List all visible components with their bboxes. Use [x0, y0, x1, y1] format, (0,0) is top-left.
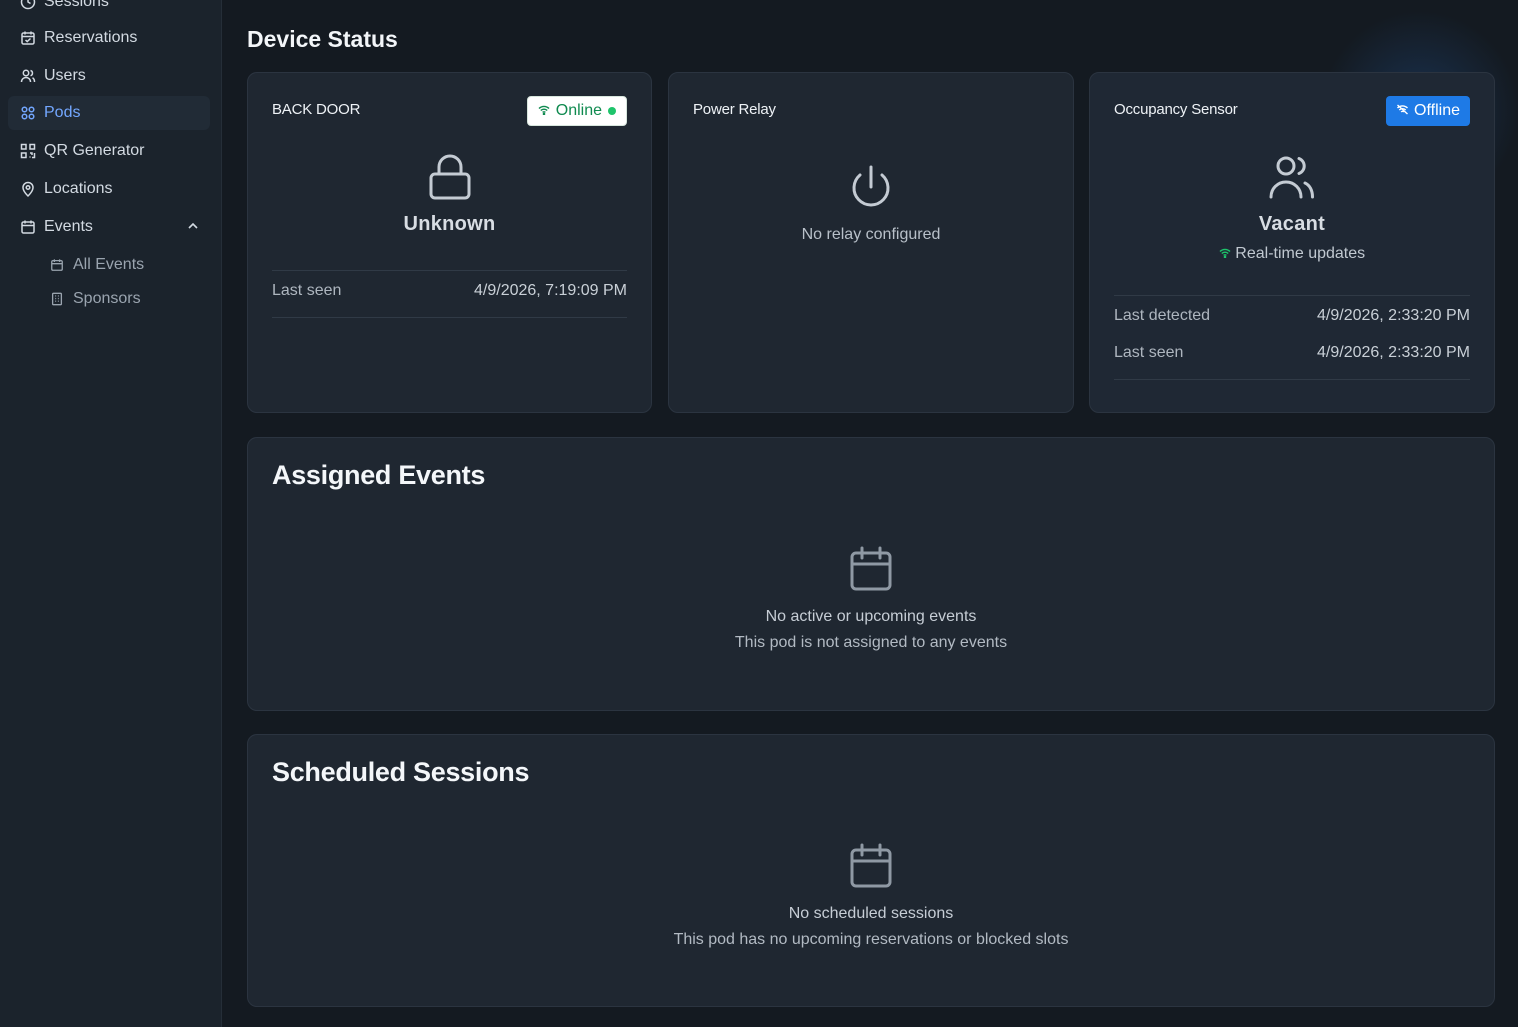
empty-state-title: No active or upcoming events — [765, 608, 977, 625]
calendar-check-icon — [19, 30, 36, 47]
last-seen-value: 4/9/2026, 7:19:09 PM — [474, 282, 627, 299]
status-badge-label: Offline — [1414, 102, 1460, 119]
sidebar-item-label: Pods — [44, 104, 81, 121]
assigned-events-section: Assigned Events No active or upcoming ev… — [247, 437, 1495, 711]
chevron-up-icon[interactable] — [186, 219, 200, 233]
sidebar-item-label: Locations — [44, 180, 113, 197]
door-status: Unknown — [403, 213, 496, 235]
calendar-icon-wrap — [248, 546, 1494, 597]
power-icon — [848, 165, 894, 215]
last-seen-label: Last seen — [272, 282, 342, 299]
realtime-label: Real-time updates — [1235, 245, 1366, 262]
last-seen-row: Last seen 4/9/2026, 7:19:09 PM — [272, 272, 627, 310]
users-icon — [19, 68, 36, 85]
clock-icon — [19, 0, 36, 11]
wifi-icon — [1219, 245, 1235, 262]
section-title: Assigned Events — [272, 460, 486, 490]
last-seen-row: Last seen 4/9/2026, 2:33:20 PM — [1114, 334, 1470, 372]
sidebar-item-qr-generator[interactable]: QR Generator — [8, 134, 210, 168]
relay-message: No relay configured — [801, 226, 941, 243]
sidebar-item-sessions[interactable]: Sessions — [8, 0, 210, 19]
sidebar-item-label: Events — [44, 218, 93, 235]
divider — [272, 317, 627, 318]
calendar-icon — [849, 843, 893, 893]
last-detected-label: Last detected — [1114, 307, 1211, 324]
lock-icon-wrap — [248, 153, 651, 206]
last-detected-row: Last detected 4/9/2026, 2:33:20 PM — [1114, 297, 1470, 335]
empty-state-subtitle: This pod is not assigned to any events — [734, 634, 1008, 651]
app-root: Sessions Reservations Users Pods QR Gene… — [0, 0, 1518, 1027]
online-dot — [608, 107, 616, 115]
status-badge-label: Online — [555, 102, 602, 119]
sidebar-item-label: Sessions — [44, 0, 109, 10]
sidebar-item-events[interactable]: Events — [8, 210, 210, 244]
device-card-title: Occupancy Sensor — [1114, 101, 1238, 118]
sidebar-item-pods[interactable]: Pods — [8, 96, 210, 130]
calendar-icon-wrap — [248, 843, 1494, 894]
divider — [1114, 295, 1470, 296]
status-badge-offline: Offline — [1386, 96, 1470, 126]
calendar-icon — [50, 258, 65, 273]
power-icon-wrap — [669, 163, 1073, 216]
sidebar-subitem-sponsors[interactable]: Sponsors — [50, 284, 210, 314]
calendar-icon — [19, 219, 36, 236]
divider — [1114, 379, 1470, 380]
page-title: Device Status — [247, 26, 398, 52]
grid-icon — [19, 105, 36, 122]
last-seen-label: Last seen — [1114, 344, 1184, 361]
empty-state-subtitle: This pod has no upcoming reservations or… — [673, 931, 1069, 948]
sidebar-item-locations[interactable]: Locations — [8, 172, 210, 206]
sidebar: Sessions Reservations Users Pods QR Gene… — [0, 0, 222, 1027]
status-badge-online: Online — [526, 96, 627, 126]
divider — [272, 270, 627, 271]
sidebar-subitem-label: Sponsors — [73, 290, 141, 307]
occupancy-icon-wrap — [1090, 153, 1494, 204]
occupancy-status: Vacant — [1258, 213, 1326, 235]
map-pin-icon — [19, 181, 36, 198]
sidebar-item-label: Reservations — [44, 29, 138, 46]
qr-code-icon — [19, 143, 36, 160]
device-card-relay: Power Relay No relay configured — [668, 72, 1074, 413]
wifi-off-icon — [1396, 102, 1409, 120]
users-icon — [1268, 156, 1316, 203]
sidebar-item-label: QR Generator — [44, 142, 145, 159]
building-icon — [50, 292, 65, 307]
device-card-door: BACK DOOR Online Unknown Last seen 4/9/2… — [247, 72, 652, 413]
device-card-occupancy: Occupancy Sensor Offline Vacant Real-tim… — [1089, 72, 1495, 413]
section-title: Scheduled Sessions — [272, 757, 530, 787]
sidebar-subitem-all-events[interactable]: All Events — [50, 250, 210, 280]
sidebar-item-label: Users — [44, 67, 86, 84]
calendar-icon — [849, 546, 893, 596]
sidebar-item-reservations[interactable]: Reservations — [8, 21, 210, 55]
last-detected-value: 4/9/2026, 2:33:20 PM — [1317, 307, 1470, 324]
realtime-indicator: Real-time updates — [1090, 245, 1494, 263]
sidebar-item-users[interactable]: Users — [8, 59, 210, 93]
lock-icon — [428, 154, 472, 205]
last-seen-value: 4/9/2026, 2:33:20 PM — [1317, 344, 1470, 361]
device-card-title: Power Relay — [693, 101, 776, 118]
device-card-title: BACK DOOR — [272, 101, 361, 118]
empty-state-title: No scheduled sessions — [788, 905, 954, 922]
sidebar-subitem-label: All Events — [73, 256, 145, 273]
scheduled-sessions-section: Scheduled Sessions No scheduled sessions… — [247, 734, 1495, 1007]
wifi-icon — [538, 102, 550, 120]
